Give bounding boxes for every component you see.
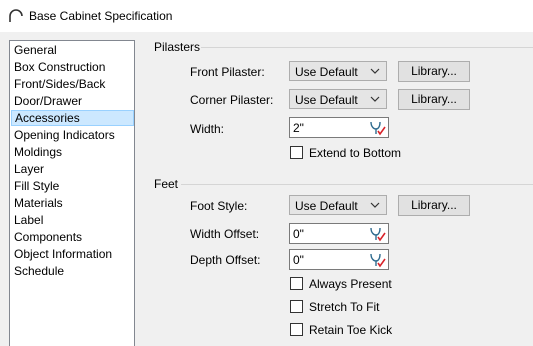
feet-divider — [181, 184, 533, 185]
always-present-label[interactable]: Always Present — [309, 277, 392, 291]
nav-item-moldings[interactable]: Moldings — [14, 144, 62, 160]
chevron-down-icon — [370, 96, 380, 102]
foot-style-value: Use Default — [295, 199, 358, 213]
pilaster-width-label: Width: — [190, 122, 225, 136]
nav-item-layer[interactable]: Layer — [14, 161, 44, 177]
corner-pilaster-value: Use Default — [295, 93, 358, 107]
front-pilaster-value: Use Default — [295, 65, 358, 79]
retain-toe-kick-checkbox[interactable] — [290, 323, 303, 336]
depth-offset-input[interactable]: 0" — [289, 249, 389, 270]
pilasters-section-title: Pilasters — [154, 40, 201, 54]
pilaster-width-value: 2" — [293, 121, 304, 135]
nav-item-fill-style[interactable]: Fill Style — [14, 178, 59, 194]
depth-offset-label: Depth Offset: — [190, 253, 261, 267]
width-offset-value: 0" — [293, 227, 304, 241]
foot-style-select[interactable]: Use Default — [289, 195, 387, 215]
nav-item-components[interactable]: Components — [14, 229, 82, 245]
front-pilaster-select[interactable]: Use Default — [289, 61, 387, 81]
width-offset-label: Width Offset: — [190, 227, 260, 241]
corner-pilaster-label: Corner Pilaster: — [190, 93, 274, 107]
nav-item-general[interactable]: General — [14, 42, 57, 58]
nav-item-accessories[interactable]: Accessories — [11, 110, 134, 126]
pilasters-divider — [201, 47, 533, 48]
title-bar: Base Cabinet Specification — [0, 0, 533, 32]
corner-pilaster-library-button[interactable]: Library... — [398, 89, 470, 110]
window-title: Base Cabinet Specification — [29, 9, 173, 23]
cabinet-arc-icon — [9, 9, 23, 22]
nav-item-opening-indicators[interactable]: Opening Indicators — [14, 127, 115, 143]
category-list[interactable]: General Box Construction Front/Sides/Bac… — [9, 40, 135, 346]
corner-pilaster-select[interactable]: Use Default — [289, 89, 387, 109]
calculator-icon[interactable] — [368, 251, 386, 268]
depth-offset-value: 0" — [293, 253, 304, 267]
stretch-to-fit-checkbox[interactable] — [290, 300, 303, 313]
width-offset-input[interactable]: 0" — [289, 223, 389, 244]
nav-item-object-information[interactable]: Object Information — [14, 246, 112, 262]
foot-style-library-button[interactable]: Library... — [398, 195, 470, 216]
stretch-to-fit-label[interactable]: Stretch To Fit — [309, 300, 379, 314]
feet-section-title: Feet — [154, 177, 179, 191]
front-pilaster-library-button[interactable]: Library... — [398, 61, 470, 82]
calculator-icon[interactable] — [368, 119, 386, 136]
extend-to-bottom-checkbox[interactable] — [290, 146, 303, 159]
nav-item-box-construction[interactable]: Box Construction — [14, 59, 105, 75]
front-pilaster-label: Front Pilaster: — [190, 65, 265, 79]
nav-item-schedule[interactable]: Schedule — [14, 263, 64, 279]
foot-style-label: Foot Style: — [190, 199, 248, 213]
nav-item-label[interactable]: Label — [14, 212, 43, 228]
extend-to-bottom-label[interactable]: Extend to Bottom — [309, 146, 401, 160]
nav-item-materials[interactable]: Materials — [14, 195, 63, 211]
pilaster-width-input[interactable]: 2" — [289, 117, 389, 138]
chevron-down-icon — [370, 68, 380, 74]
calculator-icon[interactable] — [368, 225, 386, 242]
nav-item-front-sides-back[interactable]: Front/Sides/Back — [14, 76, 105, 92]
chevron-down-icon — [370, 202, 380, 208]
always-present-checkbox[interactable] — [290, 277, 303, 290]
nav-item-door-drawer[interactable]: Door/Drawer — [14, 93, 82, 109]
retain-toe-kick-label[interactable]: Retain Toe Kick — [309, 323, 392, 337]
